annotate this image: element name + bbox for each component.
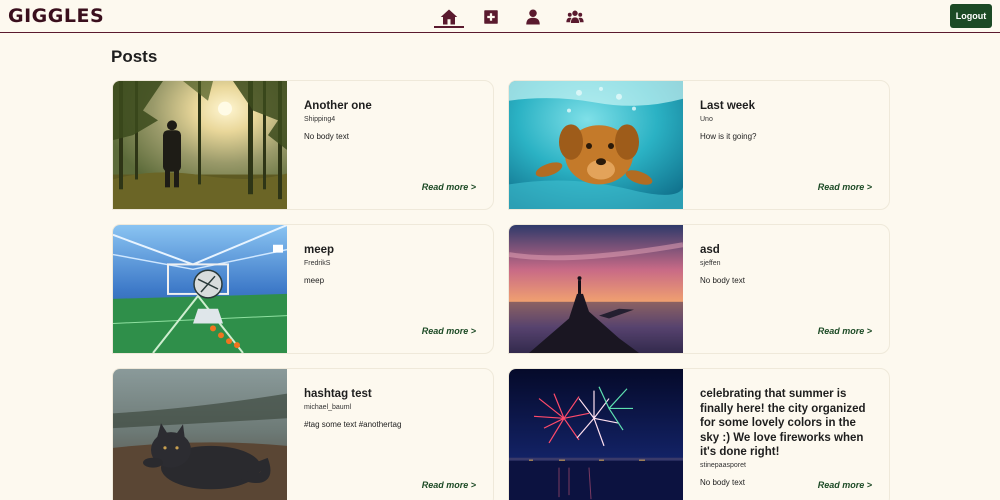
page-title: Posts [111, 47, 158, 66]
nav-profile[interactable] [512, 0, 554, 33]
post-content: meep FredrikS meep Read more > [287, 225, 493, 353]
post-title: Last week [700, 100, 755, 112]
dog-underwater-image [509, 81, 683, 209]
post-title: asd [700, 244, 720, 256]
rocket-league-image [113, 225, 287, 353]
read-more-link[interactable]: Read more > [818, 326, 872, 336]
post-content: hashtag test michael_bauml #tag some tex… [287, 369, 493, 500]
giggles-logo[interactable]: GIGGLES [8, 4, 104, 28]
post-body: How is it going? [700, 131, 757, 141]
post-card[interactable]: celebrating that summer is finally here!… [508, 368, 890, 500]
post-content: Another one Shipping4 No body text Read … [287, 81, 493, 209]
post-author: Uno [700, 115, 713, 123]
post-content: asd sjeffen No body text Read more > [683, 225, 889, 353]
home-icon [440, 9, 458, 24]
post-body: meep [304, 275, 325, 285]
post-author: michael_bauml [304, 403, 352, 411]
posts-grid: Another one Shipping4 No body text Read … [112, 80, 890, 500]
post-card[interactable]: Last week Uno How is it going? Read more… [508, 80, 890, 210]
cliff-sunset-image [509, 225, 683, 353]
post-card[interactable]: meep FredrikS meep Read more > [112, 224, 494, 354]
post-image [509, 81, 683, 209]
post-image [509, 369, 683, 500]
add-post-icon [484, 9, 498, 24]
post-title: Another one [304, 100, 372, 112]
post-author: sjeffen [700, 259, 721, 267]
group-icon [566, 10, 584, 23]
read-more-link[interactable]: Read more > [818, 182, 872, 192]
post-card[interactable]: asd sjeffen No body text Read more > [508, 224, 890, 354]
post-title: celebrating that summer is finally here!… [700, 388, 866, 458]
main-nav [428, 0, 596, 33]
nav-home[interactable] [428, 0, 470, 33]
arctic-fox-image [113, 369, 287, 500]
post-image [113, 81, 287, 209]
post-body: No body text [700, 275, 745, 285]
post-author: FredrikS [304, 259, 331, 267]
post-content: Last week Uno How is it going? Read more… [683, 81, 889, 209]
post-author: Shipping4 [304, 115, 336, 123]
read-more-link[interactable]: Read more > [422, 182, 476, 192]
post-body: #tag some text #anothertag [304, 419, 402, 429]
logout-button[interactable]: Logout [950, 4, 992, 28]
fireworks-image [509, 369, 683, 500]
post-card[interactable]: hashtag test michael_bauml #tag some tex… [112, 368, 494, 500]
post-title: meep [304, 244, 335, 256]
read-more-link[interactable]: Read more > [818, 480, 872, 490]
post-author: stinepaasporet [700, 461, 746, 469]
post-image [113, 369, 287, 500]
post-image [509, 225, 683, 353]
top-navbar: GIGGLES Logout [0, 0, 1000, 33]
read-more-link[interactable]: Read more > [422, 480, 476, 490]
post-image [113, 225, 287, 353]
user-icon [526, 9, 540, 24]
post-title: hashtag test [304, 388, 372, 400]
nav-groups[interactable] [554, 0, 596, 33]
post-body: No body text [304, 131, 349, 141]
post-content: celebrating that summer is finally here!… [683, 369, 889, 500]
forest-sunset-image [113, 81, 287, 209]
read-more-link[interactable]: Read more > [422, 326, 476, 336]
post-card[interactable]: Another one Shipping4 No body text Read … [112, 80, 494, 210]
nav-new-post[interactable] [470, 0, 512, 33]
